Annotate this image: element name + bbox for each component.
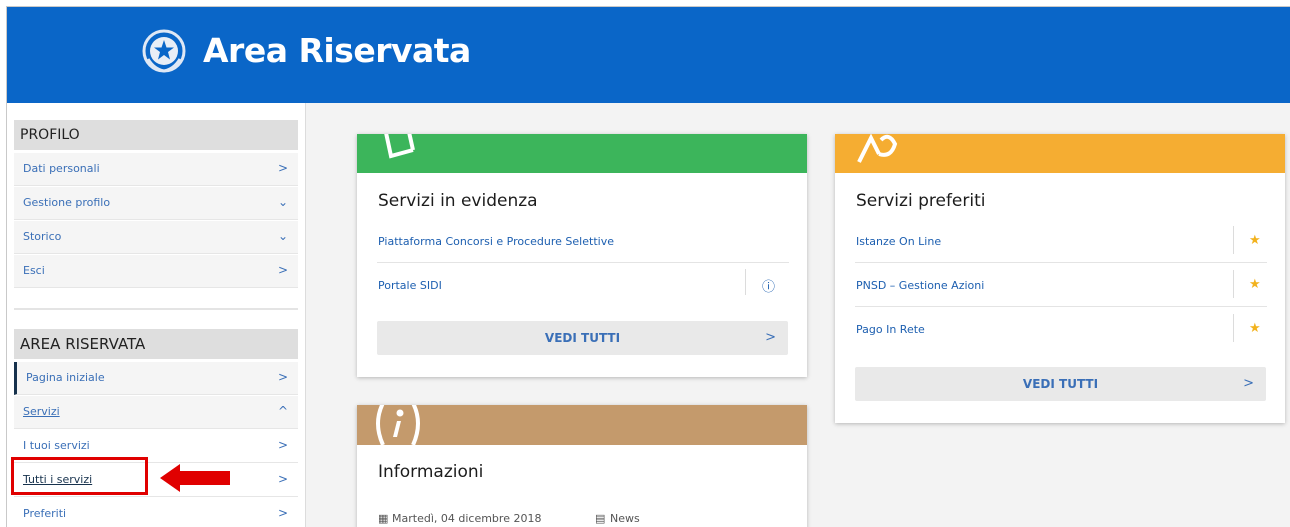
- sidebar-item-label: Pagina iniziale: [26, 371, 105, 384]
- browser-frame: Area Riservata PROFILO Dati personali > …: [6, 6, 1290, 527]
- row-divider: [1233, 226, 1234, 254]
- annotation-arrow-icon: [160, 464, 230, 492]
- row-separator: [377, 262, 789, 263]
- link-pnsd-gestione-azioni[interactable]: PNSD – Gestione Azioni: [856, 279, 984, 292]
- chevron-right-icon: >: [765, 330, 776, 345]
- chevron-right-icon: >: [277, 263, 288, 277]
- sidebar-item-label: Dati personali: [23, 162, 100, 175]
- card-title: Servizi preferiti: [856, 191, 986, 211]
- chevron-down-icon: ⌄: [277, 195, 288, 209]
- news-category[interactable]: News: [610, 512, 640, 525]
- sidebar-item-label: Esci: [23, 264, 45, 277]
- sidebar-item-label: I tuoi servizi: [23, 439, 90, 452]
- card-servizi-preferiti: Servizi preferiti Istanze On Line ★ PNSD…: [835, 134, 1285, 423]
- row-divider: [1233, 270, 1234, 298]
- card-title: Informazioni: [378, 462, 484, 482]
- link-istanze-on-line[interactable]: Istanze On Line: [856, 235, 941, 248]
- sidebar-heading-profilo: PROFILO: [14, 120, 298, 150]
- app-title: Area Riservata: [203, 31, 471, 70]
- card-band: [357, 405, 807, 445]
- chevron-right-icon: >: [277, 472, 288, 486]
- annotation-highlight-box: [11, 457, 148, 495]
- info-circle-icon: [376, 405, 420, 445]
- row-divider: [1233, 314, 1234, 342]
- sidebar-item-gestione-profilo[interactable]: Gestione profilo ⌄: [14, 187, 298, 220]
- sidebar-item-servizi[interactable]: Servizi ^: [14, 396, 298, 429]
- chevron-right-icon: >: [277, 161, 288, 175]
- vedi-tutti-button[interactable]: VEDI TUTTI >: [377, 321, 788, 355]
- favorite-services-icon: [857, 134, 898, 163]
- link-piattaforma-concorsi[interactable]: Piattaforma Concorsi e Procedure Seletti…: [378, 235, 614, 248]
- link-portale-sidi[interactable]: Portale SIDI: [378, 279, 442, 292]
- sidebar-heading-area-riservata: AREA RISERVATA: [14, 329, 298, 359]
- row-divider: [745, 269, 746, 295]
- card-servizi-in-evidenza: Servizi in evidenza Piattaforma Concorsi…: [357, 134, 807, 377]
- card-band: [357, 134, 807, 173]
- star-icon[interactable]: ★: [1249, 277, 1261, 292]
- row-separator: [855, 262, 1267, 263]
- info-icon[interactable]: ⓘ: [762, 276, 775, 295]
- chevron-right-icon: >: [277, 506, 288, 520]
- sidebar-item-label: Storico: [23, 230, 62, 243]
- news-category-icon: ▤: [595, 512, 606, 525]
- card-band: [835, 134, 1285, 173]
- star-icon[interactable]: ★: [1249, 321, 1261, 336]
- sidebar-item-label: Gestione profilo: [23, 196, 111, 209]
- chevron-up-icon: ^: [277, 404, 288, 418]
- chevron-right-icon: >: [277, 438, 288, 452]
- row-separator: [855, 306, 1267, 307]
- sidebar-divider: [14, 308, 298, 310]
- sidebar-item-pagina-iniziale[interactable]: Pagina iniziale >: [14, 362, 298, 395]
- sidebar-item-storico[interactable]: Storico ⌄: [14, 221, 298, 254]
- calendar-icon: ▦: [378, 512, 389, 525]
- chevron-right-icon: >: [277, 370, 288, 384]
- vedi-tutti-button[interactable]: VEDI TUTTI >: [855, 367, 1266, 401]
- card-informazioni: Informazioni ▦ Martedì, 04 dicembre 2018…: [357, 405, 807, 527]
- sidebar: PROFILO Dati personali > Gestione profil…: [7, 103, 306, 527]
- star-icon[interactable]: ★: [1249, 233, 1261, 248]
- chevron-right-icon: >: [1243, 376, 1254, 391]
- button-label: VEDI TUTTI: [544, 331, 621, 345]
- news-date: Martedì, 04 dicembre 2018: [392, 512, 542, 525]
- sidebar-item-esci[interactable]: Esci >: [14, 255, 298, 288]
- chevron-down-icon: ⌄: [277, 229, 288, 243]
- megaphone-icon: [384, 134, 415, 159]
- card-title: Servizi in evidenza: [378, 191, 538, 211]
- link-pago-in-rete[interactable]: Pago In Rete: [856, 323, 925, 336]
- sidebar-item-label: Servizi: [23, 405, 60, 418]
- italian-republic-emblem-icon: [142, 29, 186, 73]
- sidebar-item-preferiti[interactable]: Preferiti >: [14, 498, 298, 527]
- button-label: VEDI TUTTI: [1022, 377, 1099, 391]
- sidebar-item-dati-personali[interactable]: Dati personali >: [14, 153, 298, 186]
- sidebar-item-label: Preferiti: [23, 507, 67, 520]
- top-header: Area Riservata: [7, 7, 1290, 103]
